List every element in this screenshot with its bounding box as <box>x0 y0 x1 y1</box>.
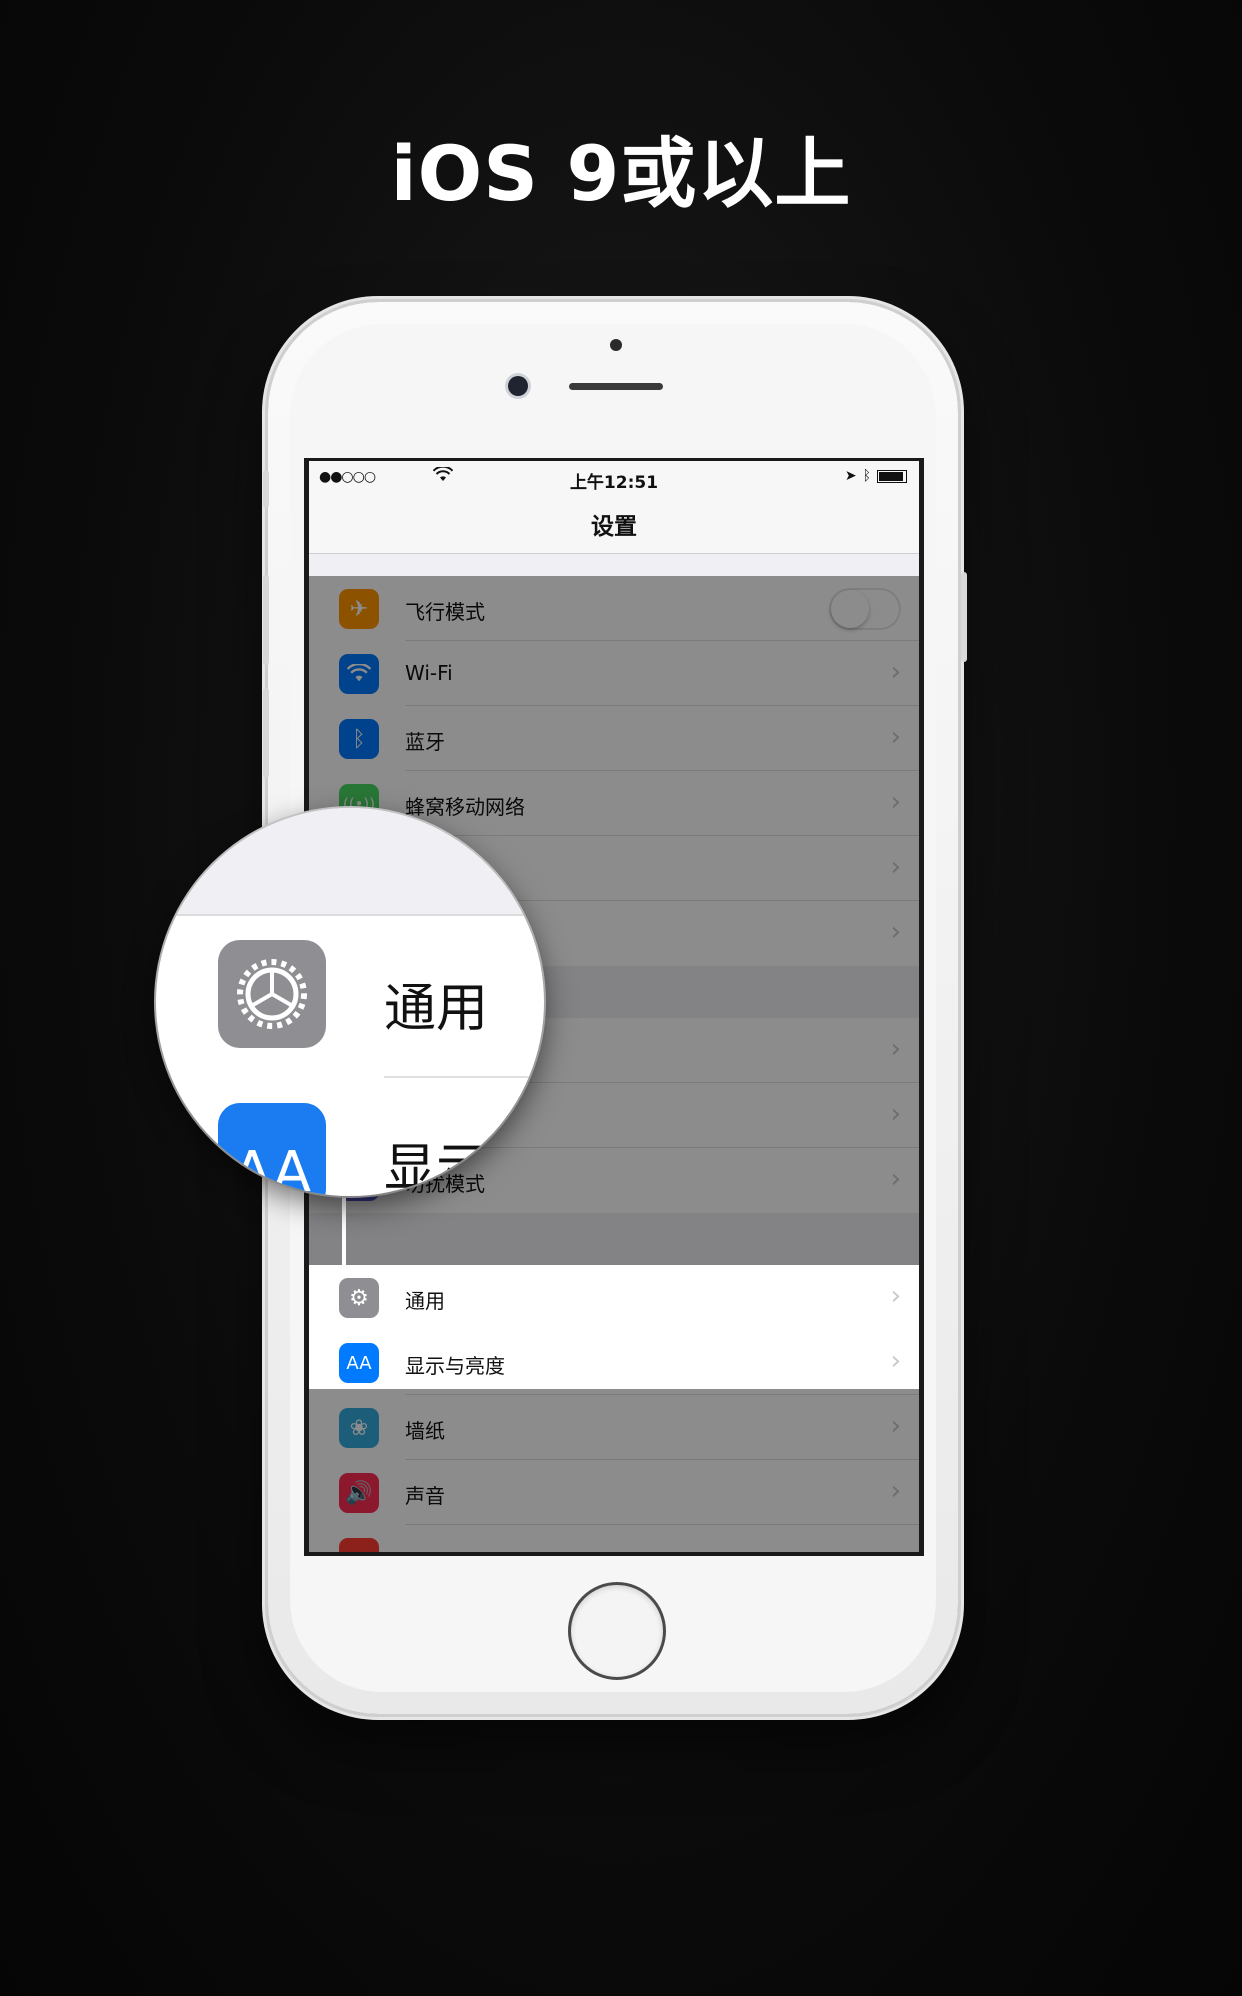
settings-row-display-brightness[interactable]: AA 显示与亮度 › <box>309 1330 919 1395</box>
status-time: 上午12:51 <box>569 473 659 493</box>
dim-overlay-bottom <box>309 1389 919 1552</box>
headline: iOS 9或以上 <box>390 129 852 218</box>
chevron-right-icon: › <box>890 1281 901 1311</box>
chevron-right-icon: › <box>890 1346 901 1376</box>
volume-down-button <box>263 688 269 778</box>
text-size-icon: AA <box>218 1103 326 1196</box>
battery-icon <box>877 469 907 483</box>
status-right: ➤ ᛒ <box>845 468 907 484</box>
gear-icon: ⚙ <box>339 1278 379 1318</box>
bluetooth-icon: ᛒ <box>862 468 871 484</box>
gear-icon <box>218 940 326 1048</box>
home-button[interactable] <box>568 1582 666 1680</box>
power-button <box>961 572 967 662</box>
status-bar: ●●○○○ 上午12:51 ➤ ᛒ <box>309 461 919 493</box>
front-camera <box>508 376 528 396</box>
magnifier-label-general: 通用 <box>384 979 489 1039</box>
row-label: 通用 <box>405 1289 445 1313</box>
mute-switch <box>263 470 269 508</box>
earpiece-speaker <box>569 383 663 390</box>
section-gap <box>309 554 919 576</box>
navigation-bar: 设置 <box>309 493 919 554</box>
magnifier-section-gap <box>156 808 544 916</box>
page-title: 设置 <box>591 514 637 540</box>
magnifier-callout: 通用 AA 显示 <box>156 808 544 1196</box>
proximity-sensor <box>610 339 622 351</box>
divider <box>384 1076 544 1078</box>
text-size-icon: AA <box>339 1343 379 1383</box>
location-icon: ➤ <box>844 468 857 484</box>
volume-up-button <box>263 575 269 665</box>
magnifier-label-display: 显示 <box>384 1139 489 1196</box>
settings-row-general[interactable]: ⚙ 通用 › <box>309 1265 919 1330</box>
row-label: 显示与亮度 <box>405 1354 505 1378</box>
